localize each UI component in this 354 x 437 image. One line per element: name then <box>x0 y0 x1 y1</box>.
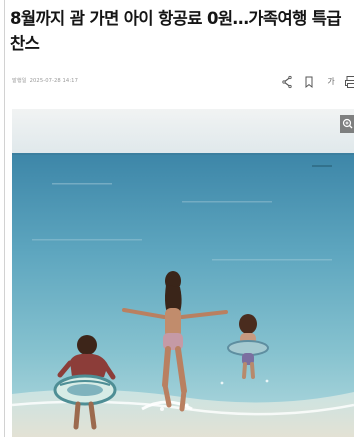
byline-label: 발행일 <box>12 78 27 84</box>
share-icon <box>282 75 292 89</box>
publish-date: 발행일 2025-07-28 14:17 <box>12 77 81 84</box>
bookmark-icon <box>305 76 313 89</box>
font-size-button[interactable]: 가 <box>324 75 338 89</box>
print-icon <box>345 76 354 88</box>
article-view: 8월까지 괌 가면 아이 항공료 0원…가족여행 특급 찬스 발행일 2025-0… <box>0 0 354 437</box>
left-divider <box>4 0 5 437</box>
zoom-button[interactable] <box>340 115 354 133</box>
zoom-icon <box>342 118 353 129</box>
beach-photo-image <box>12 109 354 437</box>
article-photo <box>12 109 354 437</box>
article-headline: 8월까지 괌 가면 아이 항공료 0원…가족여행 특급 찬스 <box>10 9 342 53</box>
article-toolbar: 가 <box>274 74 354 92</box>
share-button[interactable] <box>280 75 294 89</box>
bookmark-button[interactable] <box>302 75 316 89</box>
publish-timestamp: 2025-07-28 14:17 <box>29 78 78 84</box>
print-button[interactable] <box>344 75 354 89</box>
article-meta: 발행일 2025-07-28 14:17 가 <box>10 74 354 92</box>
